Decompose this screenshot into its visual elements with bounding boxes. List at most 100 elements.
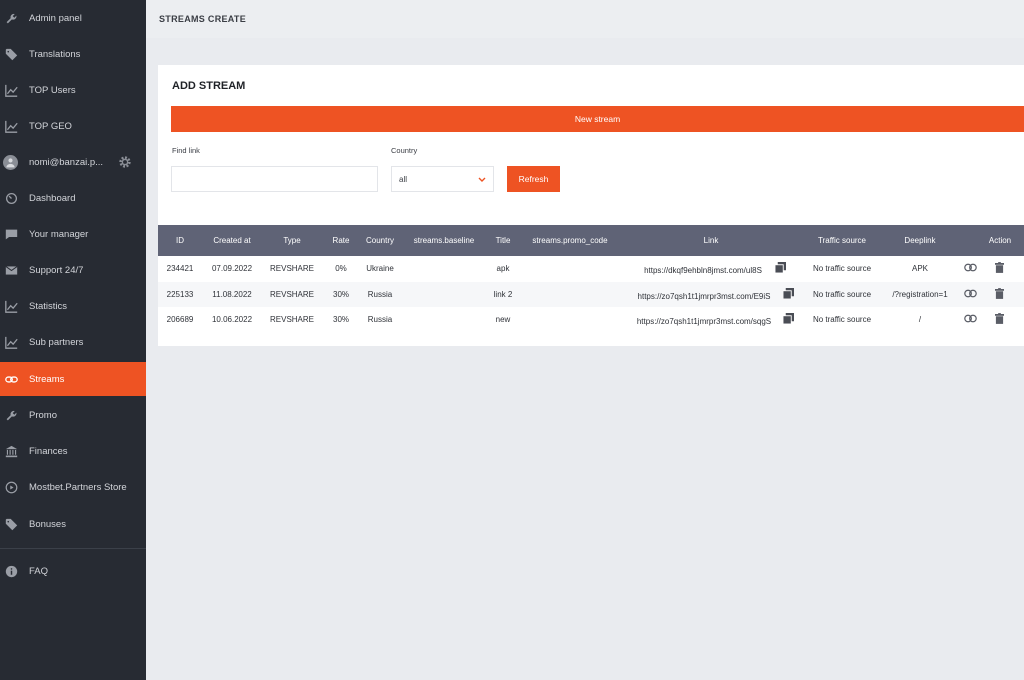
cell-created: 07.09.2022 [211, 264, 253, 273]
sidebar-item-label: Your manager [29, 228, 89, 240]
column-header[interactable]: ID [176, 236, 184, 245]
chart-line-icon [4, 83, 18, 97]
sidebar-item-label: Support 24/7 [29, 264, 84, 276]
sidebar-item-your-manager[interactable]: Your manager [0, 217, 146, 251]
trash-icon[interactable] [995, 288, 1004, 299]
copy-icon[interactable] [783, 313, 794, 324]
cell-rate: 0% [335, 264, 347, 273]
sidebar-item-translations[interactable]: Translations [0, 37, 146, 71]
page-title: STREAMS CREATE [159, 14, 247, 24]
sidebar-item-promo[interactable]: Promo [0, 398, 146, 432]
column-header[interactable]: Created at [213, 236, 250, 245]
chart-line-icon [4, 299, 18, 313]
sidebar-item-label: TOP GEO [29, 120, 72, 132]
link-icon[interactable] [964, 263, 977, 272]
cell-link[interactable]: https://zo7qsh1t1jmrpr3mst.com/sqgS [637, 317, 771, 326]
link-icon[interactable] [964, 289, 977, 298]
sidebar-item-label: Bonuses [29, 518, 66, 530]
sidebar-item-label: Promo [29, 409, 57, 421]
table-row: 234421 07.09.2022 REVSHARE 0% Ukraine ap… [158, 256, 1024, 281]
table-row: 225133 11.08.2022 REVSHARE 30% Russia li… [158, 282, 1024, 307]
new-stream-button[interactable]: New stream [171, 106, 1024, 132]
cell-deeplink: / [918, 315, 922, 324]
sidebar-item-support[interactable]: Support 24/7 [0, 253, 146, 287]
cell-traffic: No traffic source [812, 315, 872, 324]
cell-type: REVSHARE [269, 315, 315, 324]
bank-icon [4, 444, 18, 458]
link-icon[interactable] [964, 314, 977, 323]
cell-traffic: No traffic source [812, 264, 872, 273]
cell-link[interactable]: https://dkqf9ehbln8jmst.com/ul8S [644, 266, 762, 275]
cell-link[interactable]: https://zo7qsh1t1jmrpr3mst.com/E9iS [638, 292, 771, 301]
find-link-input[interactable] [171, 166, 378, 192]
sidebar-item-statistics[interactable]: Statistics [0, 289, 146, 323]
sidebar-item-label: Admin panel [29, 12, 82, 24]
user-email: nomi@banzai.p... [29, 156, 104, 168]
column-header[interactable]: Type [283, 236, 300, 245]
sidebar-item-label: FAQ [29, 565, 49, 577]
sidebar-item-top-geo[interactable]: TOP GEO [0, 109, 146, 143]
cell-type: REVSHARE [269, 264, 315, 273]
cell-id: 234421 [166, 264, 194, 273]
sidebar-item-sub-partners[interactable]: Sub partners [0, 325, 146, 359]
tag-icon [4, 517, 18, 531]
gear-icon[interactable] [118, 155, 132, 169]
header: STREAMS CREATE [146, 0, 1024, 38]
country-label: Country [391, 146, 418, 155]
cell-deeplink: /?registration=1 [892, 290, 948, 299]
sidebar-item-admin-panel[interactable]: Admin panel [0, 1, 146, 35]
column-header[interactable]: streams.baseline [414, 236, 474, 245]
sidebar-item-label: Mostbet.Partners Store [29, 481, 127, 493]
trash-icon[interactable] [995, 313, 1004, 324]
column-header[interactable]: Country [366, 236, 394, 245]
sidebar-item-streams[interactable]: Streams [0, 362, 146, 396]
sidebar-item-store[interactable]: Mostbet.Partners Store [0, 470, 146, 504]
cell-country: Russia [367, 315, 393, 324]
country-select[interactable]: all [391, 166, 494, 192]
cell-title: new [495, 315, 511, 324]
column-header[interactable]: Deeplink [904, 236, 935, 245]
sidebar-user[interactable]: nomi@banzai.p... [0, 145, 146, 179]
chevron-down-icon [478, 176, 486, 182]
info-icon [4, 564, 18, 578]
column-header[interactable]: Title [496, 236, 511, 245]
cell-type: REVSHARE [269, 290, 315, 299]
add-stream-card: ADD STREAM New stream Find link Country … [158, 65, 1024, 346]
column-header[interactable]: Traffic source [818, 236, 866, 245]
sidebar-item-faq[interactable]: FAQ [0, 554, 146, 588]
table-header: ID Created at Type Rate Country streams.… [158, 225, 1024, 256]
trash-icon[interactable] [995, 262, 1004, 273]
link-icon [4, 372, 18, 386]
card-title: ADD STREAM [172, 80, 246, 92]
cell-id: 206689 [166, 315, 194, 324]
cell-country: Ukraine [366, 264, 394, 273]
wrench-icon [4, 408, 18, 422]
cell-title: apk [496, 264, 510, 273]
column-header[interactable]: Action [989, 236, 1011, 245]
chat-icon [4, 227, 18, 241]
sidebar-item-label: Streams [29, 373, 65, 385]
country-value: all [399, 174, 408, 184]
column-header[interactable]: streams.promo_code [532, 236, 607, 245]
refresh-button[interactable]: Refresh [507, 166, 560, 192]
chart-line-icon [4, 119, 18, 133]
cell-traffic: No traffic source [812, 290, 872, 299]
cell-title: link 2 [493, 290, 513, 299]
copy-icon[interactable] [783, 288, 794, 299]
column-header[interactable]: Rate [333, 236, 350, 245]
cell-deeplink: APK [911, 264, 929, 273]
sidebar-item-dashboard[interactable]: Dashboard [0, 181, 146, 215]
sidebar: Admin panel Translations TOP Users TOP G… [0, 0, 146, 680]
sidebar-item-finances[interactable]: Finances [0, 434, 146, 468]
copy-icon[interactable] [775, 262, 786, 273]
sidebar-item-top-users[interactable]: TOP Users [0, 73, 146, 107]
cell-rate: 30% [332, 315, 350, 324]
sidebar-item-label: Dashboard [29, 192, 76, 204]
column-header[interactable]: Link [704, 236, 719, 245]
cell-created: 11.08.2022 [212, 290, 252, 299]
cell-country: Russia [367, 290, 393, 299]
sidebar-item-label: Finances [29, 445, 68, 457]
sidebar-divider [0, 548, 146, 549]
sidebar-item-bonuses[interactable]: Bonuses [0, 507, 146, 541]
play-circle-icon [4, 480, 18, 494]
